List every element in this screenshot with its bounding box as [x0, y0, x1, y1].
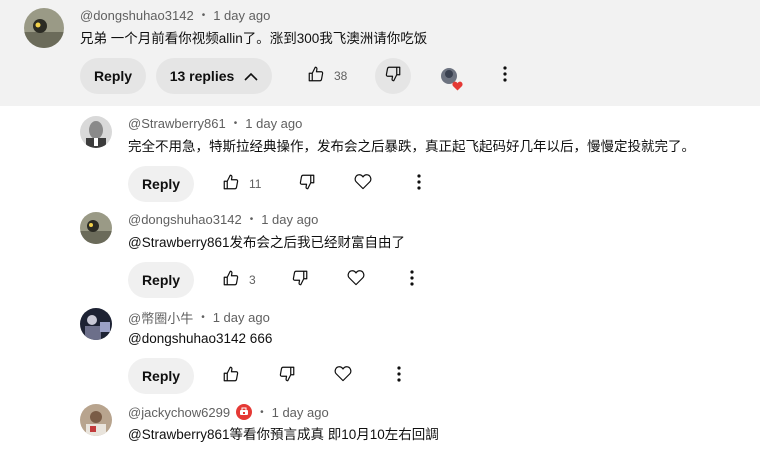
like-count: 3: [249, 273, 256, 287]
like-icon: [222, 173, 240, 196]
comment-text: @Strawberry861发布会之后我已经财富自由了: [128, 235, 405, 250]
dislike-button[interactable]: [282, 262, 318, 298]
avatar[interactable]: [80, 116, 112, 148]
heart-button[interactable]: [345, 166, 381, 202]
heart-icon: [354, 173, 372, 195]
like-icon: [222, 365, 240, 388]
member-badge-icon: [236, 404, 253, 420]
like-button[interactable]: [213, 166, 249, 202]
comment-text: @dongshuhao3142 666: [128, 331, 273, 346]
replies-count-label: 13 replies: [169, 68, 235, 84]
heart-button[interactable]: [325, 358, 361, 394]
comment-time[interactable]: 1 day ago: [261, 212, 318, 227]
heart-button[interactable]: [338, 262, 374, 298]
comment-time[interactable]: 1 day ago: [272, 405, 329, 420]
comment-time[interactable]: 1 day ago: [245, 116, 302, 131]
comment-meta: @Strawberry861 • 1 day ago: [128, 116, 302, 131]
comment-author[interactable]: @dongshuhao3142: [80, 8, 194, 23]
like-count: 11: [249, 177, 262, 191]
more-vert-icon: [397, 365, 401, 387]
reply-button[interactable]: Reply: [128, 262, 194, 298]
separator-dot: •: [201, 10, 206, 21]
comment-meta: @jackychow6299 • 1 day ago: [128, 404, 329, 420]
dislike-button[interactable]: [375, 58, 411, 94]
dislike-icon: [384, 65, 402, 88]
avatar[interactable]: [24, 8, 64, 48]
comment-actions-menu[interactable]: [487, 58, 523, 94]
comment-meta: @幣圈小牛 • 1 day ago: [128, 308, 270, 327]
more-vert-icon: [410, 269, 414, 291]
separator-dot: •: [233, 118, 238, 129]
like-button[interactable]: [213, 358, 249, 394]
more-vert-icon: [417, 173, 421, 195]
comment-text: @Strawberry861等看你預言成真 即10月10左右回調: [128, 427, 439, 442]
reply-button[interactable]: Reply: [80, 58, 146, 94]
comment-author[interactable]: @dongshuhao3142: [128, 212, 242, 227]
comment-actions-menu[interactable]: [394, 262, 430, 298]
heart-icon: [347, 269, 365, 291]
more-vert-icon: [503, 65, 507, 87]
chevron-up-icon: [244, 68, 258, 84]
separator-dot: •: [249, 214, 254, 225]
comment-time[interactable]: 1 day ago: [213, 310, 270, 325]
like-icon: [222, 269, 240, 292]
like-button[interactable]: [298, 58, 334, 94]
comment-time[interactable]: 1 day ago: [213, 8, 270, 23]
comment-author[interactable]: @jackychow6299: [128, 405, 230, 420]
creator-heart-icon: [452, 78, 463, 96]
comment-meta: @dongshuhao3142 • 1 day ago: [128, 212, 318, 227]
dislike-icon: [278, 365, 296, 388]
comment-actions-menu[interactable]: [401, 166, 437, 202]
like-button[interactable]: [213, 262, 249, 298]
separator-dot: •: [201, 312, 205, 323]
reply-button[interactable]: Reply: [128, 358, 194, 394]
dislike-icon: [291, 269, 309, 292]
comment-author[interactable]: @Strawberry861: [128, 116, 226, 131]
comment-text: 兄弟 一个月前看你视频allin了。涨到300我飞澳洲请你吃饭: [80, 31, 428, 46]
top-comment: @dongshuhao3142 • 1 day ago 兄弟 一个月前看你视频a…: [0, 0, 760, 106]
separator-dot: •: [260, 406, 264, 418]
avatar[interactable]: [80, 308, 112, 340]
dislike-button[interactable]: [269, 358, 305, 394]
comment-meta: @dongshuhao3142 • 1 day ago: [80, 8, 270, 23]
comment-text: 完全不用急，特斯拉经典操作，发布会之后暴跌，真正起飞起码好几年以后，慢慢定投就完…: [128, 139, 695, 154]
avatar[interactable]: [80, 212, 112, 244]
dislike-icon: [298, 173, 316, 196]
avatar[interactable]: [80, 404, 112, 436]
like-count: 38: [334, 69, 348, 83]
comment-author[interactable]: @幣圈小牛: [128, 308, 193, 327]
comment-actions-menu[interactable]: [381, 358, 417, 394]
toggle-replies-button[interactable]: 13 replies: [156, 58, 272, 94]
dislike-button[interactable]: [289, 166, 325, 202]
like-icon: [307, 65, 325, 88]
heart-icon: [334, 365, 352, 387]
reply-button[interactable]: Reply: [128, 166, 194, 202]
